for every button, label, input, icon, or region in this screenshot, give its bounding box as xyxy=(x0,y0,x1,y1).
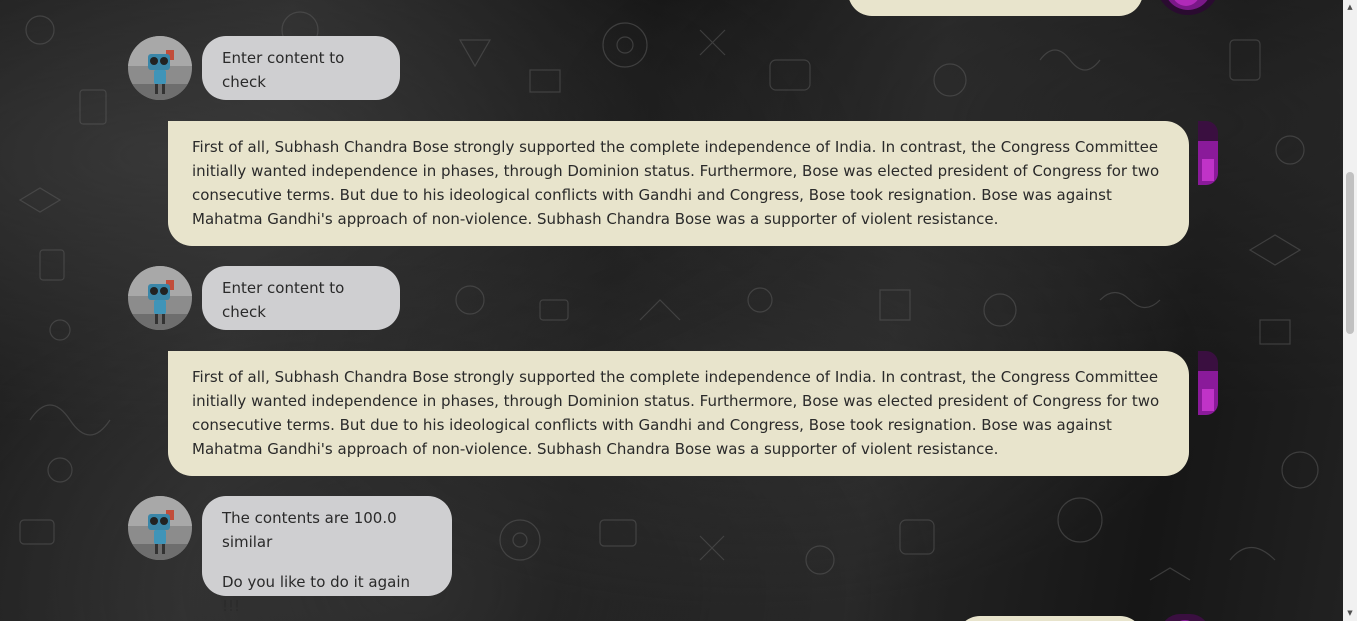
bot-message-bubble: Enter content to check xyxy=(202,36,400,100)
chat-window: Enter content to check First of all, Sub… xyxy=(0,0,1343,621)
user-message-text: First of all, Subhash Chandra Bose stron… xyxy=(192,368,1160,458)
bot-message-text: Enter content to check xyxy=(222,279,345,321)
bot-message-text: Enter content to check xyxy=(222,49,345,91)
user-avatar-icon xyxy=(1160,614,1210,621)
chevron-up-icon[interactable]: ▲ xyxy=(1346,3,1354,11)
user-message-bubble xyxy=(848,0,1143,16)
scrollbar[interactable]: ▲ ▼ xyxy=(1343,0,1357,621)
user-message-bubble xyxy=(956,616,1144,621)
chevron-down-icon[interactable]: ▼ xyxy=(1346,609,1354,617)
user-message-text: First of all, Subhash Chandra Bose stron… xyxy=(192,138,1160,228)
bot-message-text: The contents are 100.0 similar xyxy=(222,509,397,551)
user-avatar-icon xyxy=(1198,121,1218,185)
bot-message-bubble: The contents are 100.0 similar Do you li… xyxy=(202,496,452,615)
scrollbar-thumb[interactable] xyxy=(1346,172,1354,334)
user-message-bubble: First of all, Subhash Chandra Bose stron… xyxy=(168,121,1189,246)
bot-message-text: Do you like to do it again !!! xyxy=(222,573,410,615)
user-message-bubble: First of all, Subhash Chandra Bose stron… xyxy=(168,351,1189,476)
robot-avatar-icon xyxy=(128,496,192,560)
bot-message-bubble: Enter content to check xyxy=(202,266,400,330)
user-avatar-icon xyxy=(1198,351,1218,415)
user-avatar-icon xyxy=(1156,0,1220,16)
robot-avatar-icon xyxy=(128,266,192,330)
robot-avatar-icon xyxy=(128,36,192,100)
